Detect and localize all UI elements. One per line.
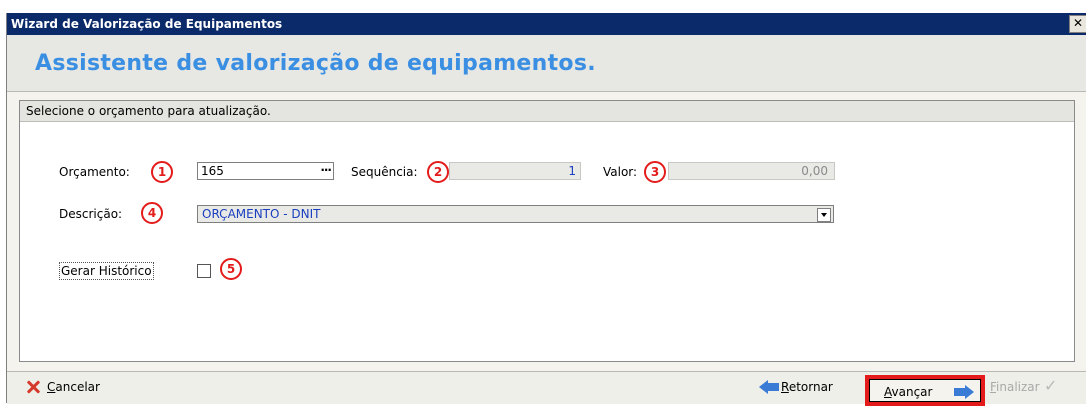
next-label: vançar	[891, 385, 933, 399]
back-accel: R	[781, 380, 789, 394]
annotation-badge-5: 5	[220, 258, 242, 280]
next-button[interactable]: Avançar	[869, 379, 981, 402]
gerar-historico-checkbox[interactable]	[197, 264, 211, 278]
valor-label: Valor:	[603, 165, 638, 179]
back-label: etornar	[788, 380, 833, 394]
close-button[interactable]: ✕	[1069, 15, 1086, 33]
orcamento-label: Orçamento:	[59, 165, 130, 179]
window-title: Wizard de Valorização de Equipamentos	[11, 17, 283, 31]
annotation-badge-4: 4	[141, 202, 163, 224]
cancel-label: ancelar	[55, 380, 100, 394]
chevron-down-icon[interactable]	[817, 208, 831, 222]
descricao-value: ORÇAMENTO - DNIT	[202, 207, 321, 221]
wizard-window: Wizard de Valorização de Equipamentos ✕ …	[6, 13, 1086, 406]
lookup-button[interactable]: ···	[320, 163, 332, 177]
valor-field: 0,00	[668, 162, 835, 180]
finish-button[interactable]: Finalizar ✓	[990, 376, 1070, 398]
descricao-select[interactable]: ORÇAMENTO - DNIT	[197, 205, 834, 223]
descricao-label: Descrição:	[59, 207, 123, 221]
annotation-badge-3: 3	[644, 161, 666, 183]
x-icon	[25, 379, 41, 395]
title-bar: Wizard de Valorização de Equipamentos ✕	[7, 13, 1086, 35]
orcamento-value: 165	[201, 164, 224, 178]
step-panel: Selecione o orçamento para atualização.	[19, 100, 1075, 362]
orcamento-input[interactable]: 165 ···	[197, 162, 334, 180]
panel-instruction: Selecione o orçamento para atualização.	[26, 104, 271, 118]
next-button-highlight: Avançar	[865, 375, 985, 406]
sequencia-field: 1	[449, 162, 581, 180]
arrow-left-icon	[759, 380, 779, 394]
finish-label: inalizar	[996, 380, 1040, 394]
sequencia-label: Sequência:	[351, 165, 418, 179]
gerar-historico-label[interactable]: Gerar Histórico	[59, 262, 154, 280]
page-title: Assistente de valorização de equipamento…	[35, 51, 596, 76]
annotation-badge-2: 2	[427, 161, 449, 183]
check-icon: ✓	[1044, 376, 1058, 395]
panel-header: Selecione o orçamento para atualização.	[20, 101, 1074, 122]
wizard-header: Assistente de valorização de equipamento…	[7, 35, 1086, 92]
arrow-right-icon	[954, 385, 974, 399]
next-accel: A	[884, 385, 892, 399]
sequencia-value: 1	[568, 164, 576, 178]
back-button[interactable]: Retornar	[759, 376, 849, 398]
valor-value: 0,00	[801, 164, 828, 178]
close-icon: ✕	[1072, 16, 1084, 30]
annotation-badge-1: 1	[151, 161, 173, 183]
